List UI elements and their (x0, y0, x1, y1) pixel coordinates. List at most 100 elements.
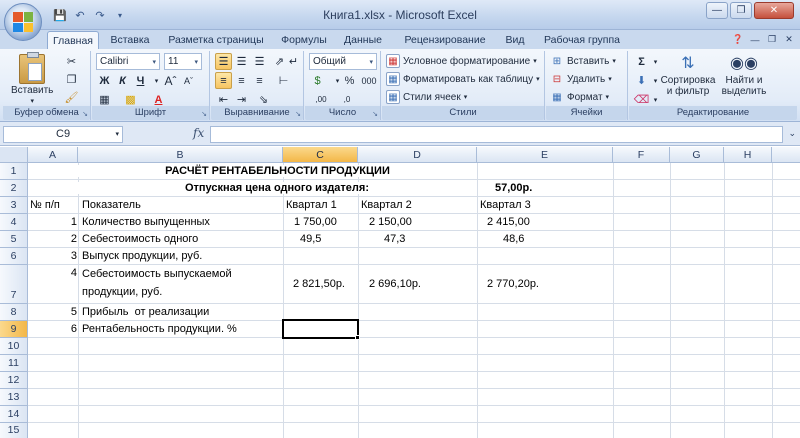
expand-formula-icon[interactable]: ⌄ (788, 128, 796, 139)
tab-data[interactable]: Данные (338, 31, 388, 49)
row-header-12[interactable]: 12 (0, 372, 28, 389)
cut-icon[interactable]: ✂ (63, 53, 80, 70)
minimize-icon[interactable]: — (748, 33, 762, 46)
number-format-value: Общий (313, 56, 346, 67)
worksheet-grid[interactable]: A B C D E F G H 1 2 3 4 5 6 7 8 9 10 11 … (0, 147, 800, 438)
font-size-combo[interactable]: 11 ▾ (164, 53, 202, 70)
header-q2: Квартал 2 (361, 199, 412, 211)
row-header-9[interactable]: 9 (0, 321, 28, 338)
italic-button[interactable]: К (114, 72, 131, 89)
restore-icon[interactable]: ❐ (730, 2, 752, 19)
column-header-g[interactable]: G (670, 147, 724, 163)
minimize-icon[interactable]: — (706, 2, 728, 19)
align-right-icon[interactable]: ≡ (251, 72, 268, 89)
row-num: 5 (70, 306, 77, 318)
conditional-formatting-icon: ▦ (386, 54, 400, 68)
percent-button[interactable]: % (341, 72, 358, 89)
grow-font-icon[interactable]: Aˆ (162, 72, 179, 89)
delete-cells-button[interactable]: ⊟ Удалить ▾ (550, 72, 612, 86)
column-header-f[interactable]: F (613, 147, 670, 163)
row-header-4[interactable]: 4 (0, 214, 28, 231)
number-format-combo[interactable]: Общий ▾ (309, 53, 377, 70)
cell-styles-button[interactable]: ▦ Стили ячеек ▾ (386, 90, 467, 104)
copy-icon[interactable]: ❐ (63, 71, 80, 88)
sort-filter-button[interactable]: ⇅ Сортировка и фильтр (661, 53, 716, 97)
font-launcher-icon[interactable]: ↘ (201, 110, 207, 118)
tab-view[interactable]: Вид (498, 31, 532, 49)
column-header-a[interactable]: A (28, 147, 78, 163)
thousands-button[interactable]: 000 (359, 72, 379, 89)
column-header-d[interactable]: D (358, 147, 477, 163)
fill-handle[interactable] (355, 335, 360, 340)
indicator-name: Прибыль от реализации (82, 306, 210, 318)
delete-cells-icon: ⊟ (552, 73, 562, 85)
font-name-combo[interactable]: Calibri ▾ (96, 53, 160, 70)
tab-home[interactable]: Главная (47, 31, 99, 49)
column-header-b[interactable]: B (78, 147, 283, 163)
currency-icon[interactable]: $ (309, 72, 326, 89)
tab-review[interactable]: Рецензирование (396, 31, 494, 49)
align-middle-icon[interactable]: ☰ (233, 53, 250, 70)
close-icon[interactable]: ✕ (754, 2, 794, 19)
value-q3: 2 770,20р. (487, 278, 539, 290)
find-select-label-2: выделить (721, 86, 767, 97)
format-as-table-button[interactable]: ▦ Форматировать как таблицу ▾ (386, 72, 540, 86)
help-icon[interactable]: ❓ (731, 33, 745, 46)
row-header-7[interactable]: 7 (0, 265, 28, 304)
office-button[interactable] (4, 3, 42, 41)
chevron-down-icon[interactable]: ▾ (115, 130, 119, 138)
paste-label: Вставить (11, 85, 54, 96)
binoculars-icon: ◉◉ (730, 55, 758, 72)
styles-group-label: Стили (382, 106, 544, 120)
row-header-13[interactable]: 13 (0, 389, 28, 406)
merge-center-icon[interactable]: ⊢ (275, 72, 292, 89)
tab-insert[interactable]: Вставка (104, 31, 156, 49)
restore-icon[interactable]: ❐ (765, 33, 779, 46)
row-header-8[interactable]: 8 (0, 304, 28, 321)
row-header-15[interactable]: 15 (0, 423, 28, 438)
row-header-10[interactable]: 10 (0, 338, 28, 355)
value-q1: 49,5 (300, 233, 322, 245)
column-header-h[interactable]: H (724, 147, 772, 163)
tab-workgroup[interactable]: Рабочая группа (540, 31, 624, 49)
name-box[interactable]: C9 ▾ (3, 126, 123, 143)
tab-page-layout[interactable]: Разметка страницы (162, 31, 270, 49)
column-header-c[interactable]: C (283, 147, 358, 163)
conditional-formatting-button[interactable]: ▦ Условное форматирование ▾ (386, 54, 537, 68)
row-header-2[interactable]: 2 (0, 180, 28, 197)
align-top-icon[interactable]: ☰ (215, 53, 232, 70)
format-painter-icon[interactable]: 🖌 (63, 89, 80, 106)
office-logo-icon (13, 12, 33, 32)
bold-button[interactable]: Ж (96, 72, 113, 89)
row-header-1[interactable]: 1 (0, 163, 28, 180)
align-left-icon[interactable]: ≡ (215, 72, 232, 89)
insert-cells-button[interactable]: ⊞ Вставить ▾ (550, 54, 616, 68)
row-header-11[interactable]: 11 (0, 355, 28, 372)
find-select-button[interactable]: ◉◉ Найти и выделить (717, 53, 771, 97)
close-icon[interactable]: ✕ (782, 33, 796, 46)
align-bottom-icon[interactable]: ☰ (251, 53, 268, 70)
insert-function-icon[interactable]: fx (193, 126, 204, 140)
column-header-partial[interactable] (772, 147, 800, 163)
select-all-corner[interactable] (0, 147, 28, 163)
formula-input[interactable] (210, 126, 783, 143)
paste-button[interactable]: Вставить ▾ (11, 52, 54, 105)
chevron-down-icon: ▾ (30, 98, 34, 105)
row-header-14[interactable]: 14 (0, 406, 28, 423)
clipboard-launcher-icon[interactable]: ↘ (82, 110, 88, 118)
clipboard-group-label: Буфер обмена (3, 106, 90, 120)
active-cell[interactable] (282, 319, 359, 339)
row-header-3[interactable]: 3 (0, 197, 28, 214)
chevron-down-icon: ▾ (533, 58, 537, 65)
wrap-text-icon[interactable]: ↵ (285, 53, 302, 70)
format-cells-button[interactable]: ▦ Формат ▾ (550, 90, 609, 104)
alignment-launcher-icon[interactable]: ↘ (295, 110, 301, 118)
column-header-e[interactable]: E (477, 147, 613, 163)
row-header-5[interactable]: 5 (0, 231, 28, 248)
underline-button[interactable]: Ч (132, 72, 149, 89)
shrink-font-icon[interactable]: Aˇ (180, 72, 197, 89)
number-launcher-icon[interactable]: ↘ (372, 110, 378, 118)
tab-formulas[interactable]: Формулы (276, 31, 332, 49)
align-center-icon[interactable]: ≡ (233, 72, 250, 89)
row-header-6[interactable]: 6 (0, 248, 28, 265)
